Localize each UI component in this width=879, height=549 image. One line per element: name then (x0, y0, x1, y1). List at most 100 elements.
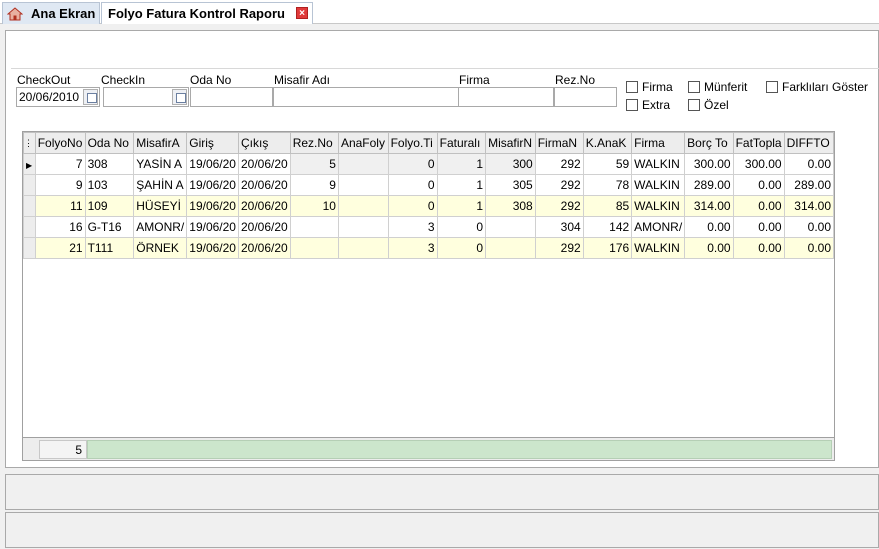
table-cell[interactable]: 308 (84, 153, 135, 175)
table-row[interactable]: 16 G-T16 AMONR/19/06/20 20/06/20 3 0 304 142 AMO… (23, 216, 835, 238)
table-cell[interactable] (337, 153, 389, 175)
table-cell[interactable]: 0 (387, 195, 438, 217)
tab-ana-ekran[interactable]: Ana Ekran (2, 2, 100, 24)
table-cell[interactable]: 9 (289, 174, 339, 196)
column-header[interactable]: Folyo.Ti (387, 132, 438, 154)
munferit-checkbox[interactable]: Münferit (688, 80, 747, 94)
table-cell[interactable]: 19/06/20 (186, 153, 239, 175)
checkout-date-field[interactable]: 20/06/2010 (16, 87, 100, 107)
table-cell[interactable]: 19/06/20 (186, 195, 239, 217)
table-cell[interactable]: 9 (34, 174, 86, 196)
table-cell[interactable]: 19/06/20 (186, 237, 239, 259)
table-cell[interactable]: 0.00 (732, 195, 785, 217)
column-header[interactable]: FolyoNo (34, 132, 86, 154)
odano-input[interactable] (190, 87, 273, 107)
table-cell[interactable]: 308 (485, 195, 536, 217)
table-cell[interactable] (337, 237, 389, 259)
checkbox-box[interactable] (688, 81, 700, 93)
table-cell[interactable]: 1 (436, 195, 487, 217)
table-cell[interactable]: 1 (436, 153, 487, 175)
table-cell[interactable]: 0.00 (684, 237, 734, 259)
table-cell[interactable] (289, 237, 339, 259)
table-cell[interactable]: WALKIN (631, 195, 686, 217)
table-row[interactable]: ▶ 7 308 YASİN A 19/06/20 20/06/20 5 0 1 300 292 59 W… (23, 153, 835, 175)
table-cell[interactable]: 289.00 (684, 174, 734, 196)
table-row[interactable]: 9 103 ŞAHİN A 19/06/20 20/06/20 9 0 1 305 292 78 WA… (23, 174, 835, 196)
column-header[interactable]: MisafirN (485, 132, 536, 154)
table-cell[interactable]: 292 (534, 195, 584, 217)
table-cell[interactable]: 3 (387, 216, 438, 238)
table-cell[interactable]: 305 (485, 174, 536, 196)
table-cell[interactable]: 11 (34, 195, 86, 217)
column-header[interactable]: K.AnaK (582, 132, 633, 154)
table-cell[interactable]: 3 (387, 237, 438, 259)
checkbox-box[interactable] (766, 81, 778, 93)
table-cell[interactable]: 20/06/20 (237, 195, 291, 217)
column-chooser-icon[interactable]: ⋮ (23, 132, 36, 154)
table-cell[interactable]: 19/06/20 (186, 216, 239, 238)
column-header[interactable]: FirmaN (534, 132, 584, 154)
table-cell[interactable]: 20/06/20 (237, 237, 291, 259)
table-cell[interactable]: 292 (534, 153, 584, 175)
table-cell[interactable]: AMONR/ (133, 216, 188, 238)
column-header[interactable]: Faturalı (436, 132, 487, 154)
column-header[interactable]: Borç To (684, 132, 734, 154)
firma-checkbox[interactable]: Firma (626, 80, 673, 94)
table-cell[interactable]: 0.00 (684, 216, 734, 238)
table-cell[interactable] (337, 216, 389, 238)
row-indicator[interactable] (23, 237, 36, 259)
row-indicator[interactable] (23, 216, 36, 238)
table-cell[interactable]: 20/06/20 (237, 153, 291, 175)
table-cell[interactable]: 314.00 (684, 195, 734, 217)
table-cell[interactable]: 314.00 (783, 195, 835, 217)
table-cell[interactable]: 109 (84, 195, 135, 217)
close-tab-icon[interactable]: × (296, 7, 308, 19)
table-cell[interactable]: 0 (436, 237, 487, 259)
table-cell[interactable]: 0 (387, 174, 438, 196)
checkbox-box[interactable] (626, 81, 638, 93)
misafir-input[interactable] (273, 87, 459, 107)
table-row[interactable]: 21 T111 ÖRNEK 19/06/20 20/06/20 3 0 292 176 WALKI… (23, 237, 835, 259)
table-cell[interactable]: 300 (485, 153, 536, 175)
table-cell[interactable]: 21 (34, 237, 86, 259)
table-cell[interactable]: 0.00 (783, 153, 835, 175)
table-cell[interactable]: 20/06/20 (237, 216, 291, 238)
table-cell[interactable]: WALKIN (631, 174, 686, 196)
row-indicator-icon[interactable]: ▶ (23, 153, 36, 175)
table-cell[interactable]: 292 (534, 237, 584, 259)
folyo-grid[interactable]: ⋮ FolyoNo Oda No MisafirA Giriş Çıkış Re… (22, 131, 835, 461)
table-cell[interactable]: 292 (534, 174, 584, 196)
table-cell[interactable]: 0.00 (783, 216, 835, 238)
row-indicator[interactable] (23, 174, 36, 196)
table-cell[interactable]: 19/06/20 (186, 174, 239, 196)
column-header[interactable]: Oda No (84, 132, 135, 154)
table-cell[interactable]: ÖRNEK (133, 237, 188, 259)
column-header[interactable]: Firma (631, 132, 686, 154)
table-cell[interactable]: 176 (582, 237, 633, 259)
column-header[interactable]: MisafirA (133, 132, 188, 154)
table-cell[interactable] (289, 216, 339, 238)
table-cell[interactable]: 289.00 (783, 174, 835, 196)
table-cell[interactable]: 16 (34, 216, 86, 238)
column-header[interactable]: DIFFTO (783, 132, 835, 154)
table-cell[interactable]: AMONR/ (631, 216, 686, 238)
calendar-icon[interactable] (172, 89, 187, 105)
table-cell[interactable]: ŞAHİN A (133, 174, 188, 196)
table-cell[interactable] (485, 237, 536, 259)
table-cell[interactable]: 10 (289, 195, 339, 217)
checkin-date-field[interactable] (103, 87, 189, 107)
column-header[interactable]: Rez.No (289, 132, 339, 154)
table-cell[interactable]: 0.00 (732, 216, 785, 238)
extra-checkbox[interactable]: Extra (626, 98, 670, 112)
table-cell[interactable]: 0.00 (732, 237, 785, 259)
table-cell[interactable]: 20/06/20 (237, 174, 291, 196)
column-header[interactable]: Giriş (186, 132, 239, 154)
table-cell[interactable]: 1 (436, 174, 487, 196)
checkbox-box[interactable] (688, 99, 700, 111)
table-cell[interactable]: YASİN A (133, 153, 188, 175)
firma-input[interactable] (458, 87, 554, 107)
table-row[interactable]: 11 109 HÜSEYİ 19/06/20 20/06/20 10 0 1 308 292 85 W… (23, 195, 835, 217)
table-cell[interactable] (337, 174, 389, 196)
table-cell[interactable]: WALKIN (631, 237, 686, 259)
rezno-input[interactable] (554, 87, 617, 107)
